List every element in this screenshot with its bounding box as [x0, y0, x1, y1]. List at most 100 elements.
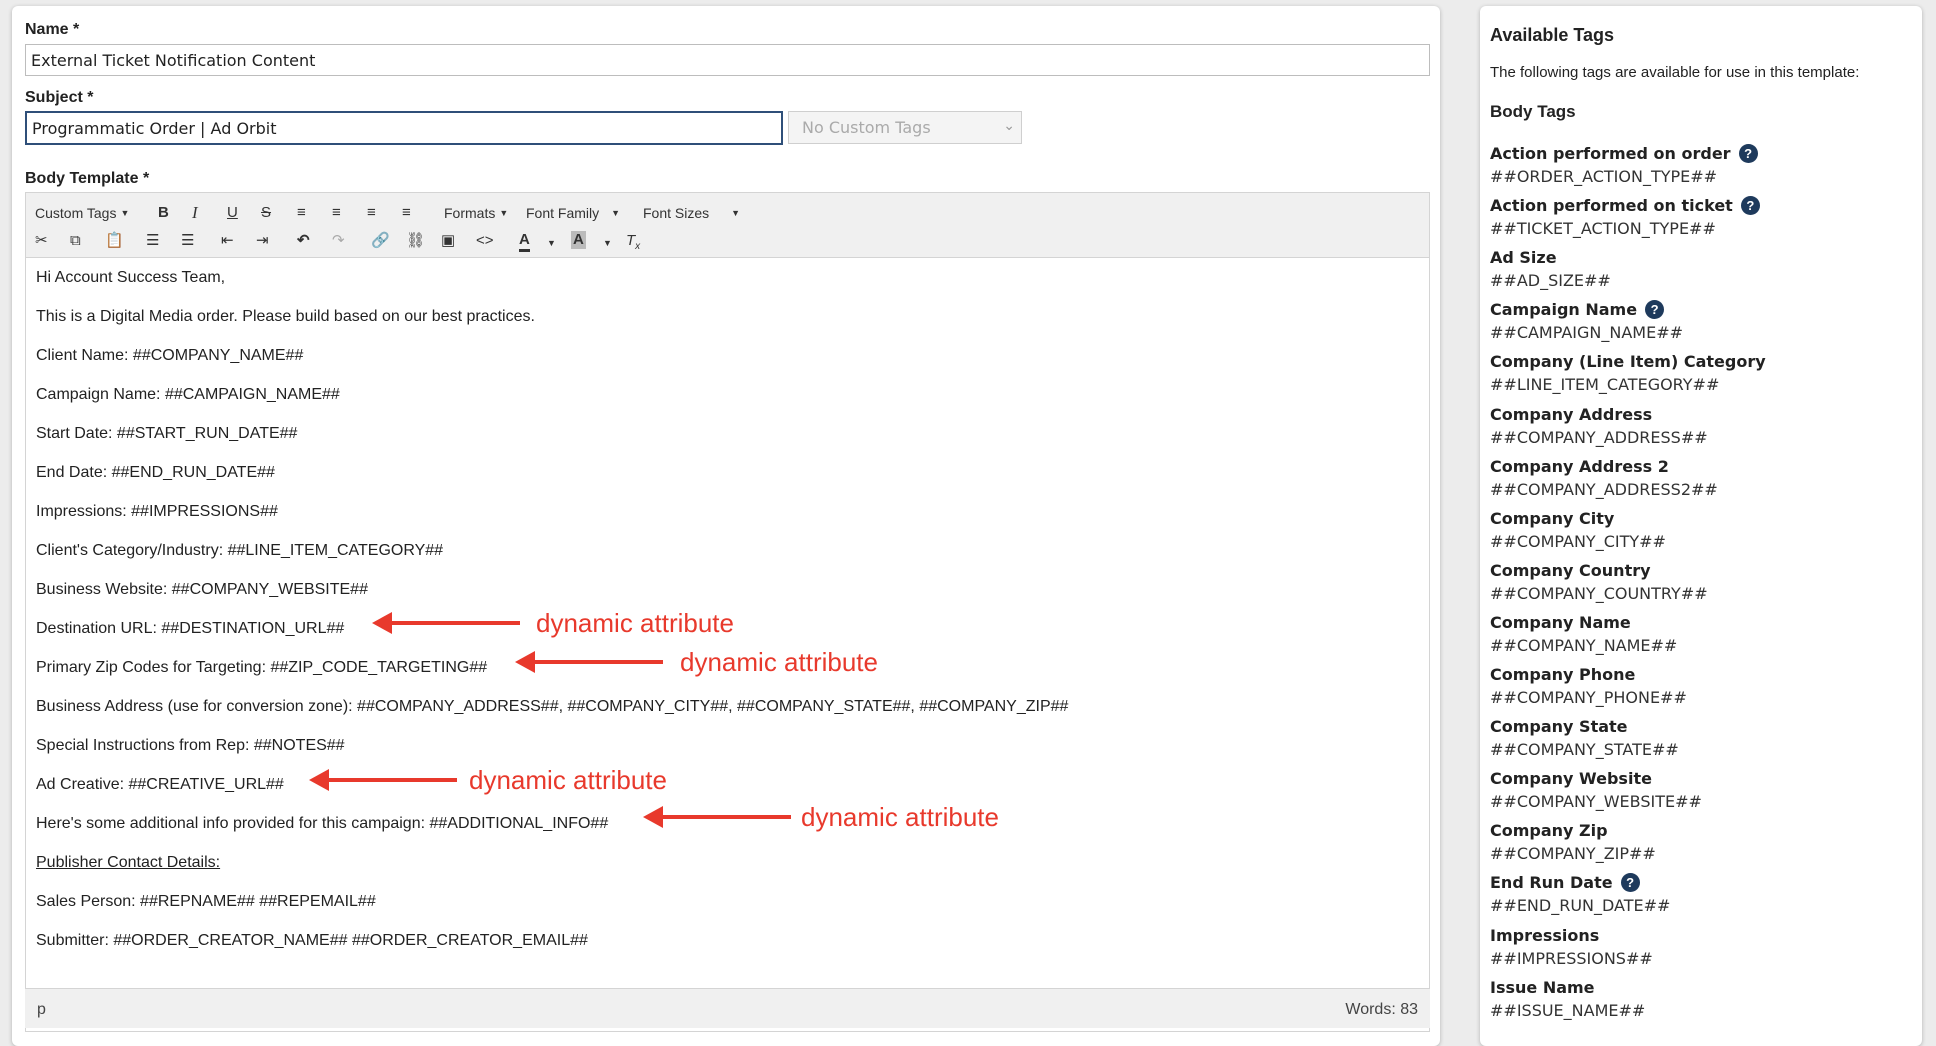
clear-formatting-icon[interactable]: Tx	[626, 231, 640, 257]
indent-icon[interactable]: ⇥	[256, 231, 269, 251]
tag-item[interactable]: Company City ##COMPANY_CITY##	[1490, 507, 1910, 553]
tag-item[interactable]: Issue Name ##ISSUE_NAME##	[1490, 976, 1910, 1022]
tag-code: ##ISSUE_NAME##	[1490, 1001, 1646, 1020]
tag-name-text: End Run Date	[1490, 873, 1613, 892]
publisher-contact-heading: Publisher Contact Details:	[36, 854, 221, 871]
tag-name-text: Company Website	[1490, 769, 1652, 788]
tag-name: Campaign Name?	[1490, 298, 1910, 322]
code-icon[interactable]: <>	[476, 231, 494, 251]
help-icon[interactable]: ?	[1738, 144, 1758, 163]
body-line: This is a Digital Media order. Please bu…	[36, 308, 535, 325]
tag-item[interactable]: Company Name ##COMPANY_NAME##	[1490, 611, 1910, 657]
tag-code: ##COMPANY_ADDRESS##	[1490, 428, 1708, 447]
tag-code: ##TICKET_ACTION_TYPE##	[1490, 219, 1716, 238]
unlink-icon[interactable]: ⛓	[406, 231, 425, 251]
tag-name: Company City	[1490, 507, 1910, 531]
text-color-caret-icon[interactable]: ▼	[547, 233, 556, 253]
dynamic-attribute-annotation: dynamic attribute	[372, 608, 752, 638]
align-left-icon[interactable]: ≡	[297, 203, 306, 223]
bullet-list-icon[interactable]: ☰	[146, 231, 159, 251]
help-icon[interactable]: ?	[1740, 196, 1760, 215]
custom-tags-menu[interactable]: Custom Tags ▼	[35, 203, 129, 223]
tag-item[interactable]: Company Address ##COMPANY_ADDRESS##	[1490, 403, 1910, 449]
paste-icon[interactable]: 📋	[105, 231, 124, 251]
tag-item[interactable]: Company (Line Item) Category ##LINE_ITEM_…	[1490, 350, 1910, 396]
tag-item[interactable]: Action performed on order? ##ORDER_ACTION…	[1490, 142, 1910, 188]
tag-name-text: Action performed on order	[1490, 144, 1731, 163]
tag-name-text: Impressions	[1490, 926, 1600, 945]
tag-name: Impressions	[1490, 924, 1910, 948]
tag-name-text: Company Phone	[1490, 665, 1636, 684]
undo-icon[interactable]: ↶	[297, 231, 310, 251]
tag-item[interactable]: Campaign Name? ##CAMPAIGN_NAME##	[1490, 298, 1910, 344]
underline-icon[interactable]: U	[227, 203, 238, 223]
arrow-line	[531, 660, 663, 664]
tag-item[interactable]: Company Phone ##COMPANY_PHONE##	[1490, 663, 1910, 709]
tag-item[interactable]: Company Zip ##COMPANY_ZIP##	[1490, 819, 1910, 865]
tag-name-text: Action performed on ticket	[1490, 196, 1733, 215]
name-input[interactable]	[25, 44, 1430, 76]
tag-item[interactable]: Company Address 2 ##COMPANY_ADDRESS2##	[1490, 455, 1910, 501]
tag-code: ##COMPANY_WEBSITE##	[1490, 792, 1702, 811]
align-center-icon[interactable]: ≡	[332, 203, 341, 223]
custom-tags-select[interactable]: No Custom Tags ⌄	[788, 111, 1022, 144]
tag-item[interactable]: Company Country ##COMPANY_COUNTRY##	[1490, 559, 1910, 605]
body-line: Campaign Name: ##CAMPAIGN_NAME##	[36, 386, 340, 403]
link-icon[interactable]: 🔗	[371, 231, 390, 251]
redo-icon[interactable]: ↷	[332, 231, 345, 251]
tag-name-text: Ad Size	[1490, 248, 1557, 267]
body-line: Special Instructions from Rep: ##NOTES##	[36, 737, 345, 754]
italic-icon[interactable]: I	[192, 203, 198, 223]
tag-item[interactable]: Action performed on ticket? ##TICKET_ACTI…	[1490, 194, 1910, 240]
word-count: Words: 83	[1345, 1001, 1418, 1018]
tag-code: ##COMPANY_PHONE##	[1490, 688, 1687, 707]
bold-icon[interactable]: B	[158, 203, 169, 223]
tag-name-text: Issue Name	[1490, 978, 1595, 997]
element-path[interactable]: p	[37, 1001, 46, 1019]
copy-icon[interactable]: ⧉	[70, 231, 81, 251]
font-sizes-menu[interactable]: Font Sizes ▼	[643, 203, 740, 223]
tag-item[interactable]: Ad Size ##AD_SIZE##	[1490, 246, 1910, 292]
tag-name: Company Country	[1490, 559, 1910, 583]
tag-name-text: Company Zip	[1490, 821, 1608, 840]
align-justify-icon[interactable]: ≡	[402, 203, 411, 223]
tag-item[interactable]: Company Website ##COMPANY_WEBSITE##	[1490, 767, 1910, 813]
tag-item[interactable]: Impressions ##IMPRESSIONS##	[1490, 924, 1910, 970]
strikethrough-icon[interactable]: S	[261, 203, 271, 223]
background-color-caret-icon[interactable]: ▼	[603, 233, 612, 253]
tag-item[interactable]: End Run Date? ##END_RUN_DATE##	[1490, 871, 1910, 917]
tag-code: ##COMPANY_ZIP##	[1490, 844, 1656, 863]
tag-code: ##COMPANY_STATE##	[1490, 740, 1679, 759]
editor-toolbar: Custom Tags ▼ B I U S ≡ ≡ ≡ ≡ Formats ▼ Fo…	[26, 193, 1429, 258]
font-family-menu[interactable]: Font Family ▼	[526, 203, 620, 223]
tag-name: Company Website	[1490, 767, 1910, 791]
help-icon[interactable]: ?	[1620, 873, 1640, 892]
cut-icon[interactable]: ✂	[35, 231, 48, 251]
tag-code: ##AD_SIZE##	[1490, 271, 1611, 290]
outdent-icon[interactable]: ⇤	[221, 231, 234, 251]
tag-name-text: Company City	[1490, 509, 1615, 528]
tag-name-text: Campaign Name	[1490, 300, 1638, 319]
tag-code: ##COMPANY_NAME##	[1490, 636, 1678, 655]
chevron-down-icon: ⌄	[1003, 118, 1015, 134]
body-line: Client's Category/Industry: ##LINE_ITEM_…	[36, 542, 444, 559]
help-icon[interactable]: ?	[1645, 300, 1665, 319]
tag-item[interactable]: Company State ##COMPANY_STATE##	[1490, 715, 1910, 761]
tag-name: Company Phone	[1490, 663, 1910, 687]
tag-name: Issue Name	[1490, 976, 1910, 1000]
formats-menu[interactable]: Formats ▼	[444, 203, 508, 223]
annotation-label: dynamic attribute	[469, 765, 667, 795]
body-line: Start Date: ##START_RUN_DATE##	[36, 425, 298, 442]
tag-name-text: Company Address 2	[1490, 457, 1669, 476]
numbered-list-icon[interactable]: ☰	[181, 231, 194, 251]
align-right-icon[interactable]: ≡	[367, 203, 376, 223]
body-line: End Date: ##END_RUN_DATE##	[36, 464, 275, 481]
tag-code: ##CAMPAIGN_NAME##	[1490, 323, 1684, 342]
subject-input[interactable]	[25, 111, 783, 145]
tag-code: ##COMPANY_CITY##	[1490, 532, 1666, 551]
annotation-label: dynamic attribute	[680, 647, 878, 677]
image-icon[interactable]: ▣	[441, 231, 455, 251]
tag-name: Action performed on ticket?	[1490, 194, 1910, 218]
background-color-icon[interactable]: A	[571, 231, 586, 249]
text-color-icon[interactable]: A	[519, 231, 530, 252]
